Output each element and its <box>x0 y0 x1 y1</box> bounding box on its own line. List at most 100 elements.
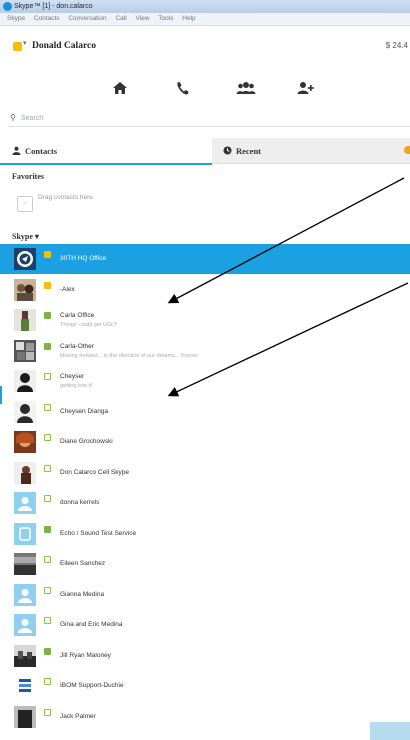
contact-row-don-calarco-cell-skype[interactable]: Don Calarco Cell Skype <box>0 458 410 488</box>
phone-icon[interactable] <box>175 80 197 100</box>
nav-toolbar <box>0 78 410 102</box>
presence-offline-icon <box>44 434 51 441</box>
avatar <box>14 492 36 514</box>
search-input[interactable]: Search <box>21 115 43 122</box>
contact-name: Don Calarco Cell Skype <box>60 468 130 476</box>
menu-item-tools[interactable]: Tools <box>158 15 173 22</box>
avatar <box>14 583 36 606</box>
skype-section-heading[interactable]: Skype ▾ <box>12 232 39 241</box>
contact-row-jill-ryan-maloney[interactable]: Jill Ryan Maloney <box>0 641 410 671</box>
skype-credit[interactable]: $ 24.4 <box>386 41 408 50</box>
avatar <box>14 675 36 697</box>
menu-item-call[interactable]: Call <box>115 15 126 22</box>
contact-row-30th-hq-office[interactable]: 30TH HQ Office <box>0 244 410 274</box>
contact-row-diane-grochowski[interactable]: Diane Grochowski <box>0 427 410 457</box>
contact-name: Carla Office <box>60 312 95 319</box>
contact-name: Gina and Eric Medina <box>60 621 123 628</box>
contact-row-gina-and-eric-medina[interactable]: Gina and Eric Medina <box>0 610 410 640</box>
search-bar[interactable]: ⚲ Search <box>8 112 410 127</box>
avatar <box>14 248 36 270</box>
avatar <box>14 370 36 392</box>
presence-offline-icon <box>44 403 51 411</box>
contact-mood: Things' could get UGLY <box>60 322 118 328</box>
status-dropdown-icon[interactable]: ▾ <box>23 39 27 47</box>
avatar <box>14 431 36 453</box>
contact-name: Diane Grochowski <box>60 438 113 445</box>
contact-name: Cheysen Dianga <box>60 407 109 415</box>
contact-name: Gianna Medina <box>60 590 105 598</box>
search-icon: ⚲ <box>10 113 16 122</box>
group-icon[interactable] <box>236 80 258 100</box>
presence-offline-icon <box>44 556 51 563</box>
avatar <box>14 309 36 331</box>
notification-badge <box>404 146 410 154</box>
presence-offline-icon <box>44 617 51 624</box>
contact-mood: getting into it! <box>60 383 93 389</box>
contact-name: Jack Palmer <box>60 712 96 720</box>
status-away-icon[interactable] <box>13 42 22 51</box>
contact-name: Jill Ryan Maloney <box>60 651 111 659</box>
contact-row-cheysen-dianga[interactable]: Cheysen Dianga <box>0 397 410 427</box>
contact-row-carla-office[interactable]: Carla Office Things' could get UGLY <box>0 305 410 335</box>
contact-name: 30TH HQ Office <box>60 255 107 262</box>
profile-header: ▾ Donald Calarco $ 24.4 <box>0 26 410 64</box>
presence-offline-icon <box>44 495 51 502</box>
favorites-hint: Drag contacts here <box>38 194 93 201</box>
contact-name: Eileen Sanchez <box>60 560 106 567</box>
favorites-heading: Favorites <box>12 172 44 181</box>
contact-name: Carla-Other <box>60 342 94 350</box>
menu-item-view[interactable]: View <box>136 15 150 22</box>
menu-item-help[interactable]: Help <box>182 15 195 22</box>
contact-row-alex[interactable]: -Alex <box>0 275 410 305</box>
contact-name: IBOM Support-Duchie <box>60 682 124 689</box>
contact-mood: Moving forward... in the direction of ou… <box>60 352 199 359</box>
presence-away-icon <box>44 251 51 258</box>
contact-row-gianna-medina[interactable]: Gianna Medina <box>0 580 410 610</box>
contact-name: Echo / Sound Test Service <box>60 529 137 537</box>
menu-item-conversation[interactable]: Conversation <box>68 15 106 22</box>
home-icon[interactable] <box>112 80 134 100</box>
avatar <box>14 400 36 423</box>
contact-row-jack-palmer[interactable]: Jack Palmer <box>0 702 410 732</box>
tab-bar: Contacts Recent <box>0 138 410 165</box>
tab-recent-label: Recent <box>236 146 262 156</box>
contact-name: -Alex <box>60 285 75 293</box>
contact-name: donna kerrels <box>60 499 100 506</box>
profile-name[interactable]: Donald Calarco <box>32 41 96 51</box>
contact-row-echo-sound-test-service[interactable]: Echo / Sound Test Service <box>0 519 410 549</box>
menu-item-contacts[interactable]: Contacts <box>34 15 60 22</box>
contact-row-cheyser[interactable]: Cheyser getting into it! <box>0 366 410 396</box>
presence-online-icon <box>44 647 51 655</box>
skype-logo-icon <box>3 2 12 11</box>
contacts-icon <box>12 146 21 155</box>
tab-contacts-label: Contacts <box>25 146 58 156</box>
avatar <box>14 705 36 728</box>
avatar <box>14 461 36 484</box>
favorites-drop-icon: ☆ <box>17 196 33 212</box>
title-bar: Skype™ [1] - don.calarco <box>0 0 410 13</box>
presence-offline-icon <box>44 464 51 472</box>
avatar <box>14 614 36 636</box>
window-title: Skype™ [1] - don.calarco <box>14 3 93 10</box>
contact-row-carla-other[interactable]: Carla-Other Moving forward... in the dire… <box>0 336 410 366</box>
contact-row-donna-kerrels[interactable]: donna kerrels <box>0 488 410 518</box>
avatar <box>14 644 36 667</box>
menu-item-skype[interactable]: Skype <box>7 15 25 22</box>
menu-bar: Skype Contacts Conversation Call View To… <box>0 13 410 26</box>
presence-offline-icon <box>44 708 51 716</box>
avatar <box>14 553 36 575</box>
presence-online-icon <box>44 312 51 319</box>
clock-icon <box>223 146 232 155</box>
avatar <box>14 339 36 362</box>
presence-offline-icon <box>44 678 51 685</box>
tab-recent[interactable]: Recent <box>212 138 410 163</box>
tab-contacts[interactable]: Contacts <box>0 138 212 165</box>
avatar <box>14 278 36 301</box>
presence-offline-icon <box>44 373 51 380</box>
presence-away-icon <box>44 281 51 289</box>
contact-row-ibom-support-duchie[interactable]: IBOM Support-Duchie <box>0 671 410 701</box>
bottom-scroll-button[interactable] <box>370 722 410 740</box>
avatar <box>14 522 36 545</box>
add-contact-icon[interactable] <box>297 80 319 100</box>
contact-row-eileen-sanchez[interactable]: Eileen Sanchez <box>0 549 410 579</box>
